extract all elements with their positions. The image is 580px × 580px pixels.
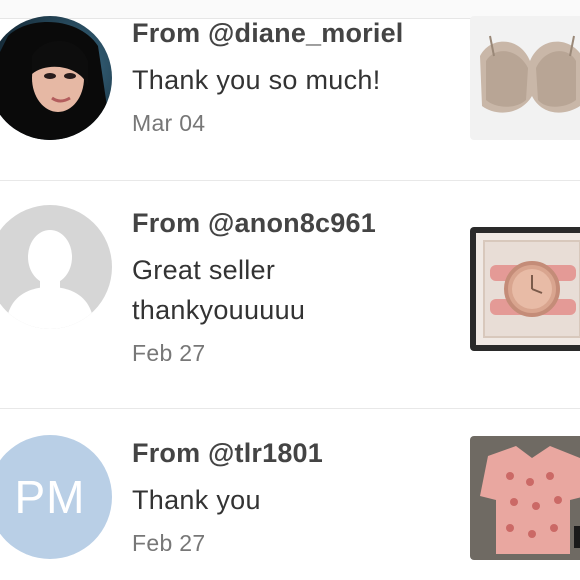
item-thumbnail[interactable] <box>470 227 580 351</box>
review-message-line: thankyouuuuu <box>132 295 306 325</box>
review-date: Feb 27 <box>132 340 206 366</box>
review-message: Thank you <box>132 485 261 515</box>
user-avatar[interactable] <box>0 16 112 140</box>
watch-photo-icon <box>470 227 580 351</box>
item-thumbnail[interactable] <box>470 16 580 140</box>
item-thumbnail[interactable] <box>470 436 580 560</box>
review-message: Thank you so much! <box>132 65 381 95</box>
review-author[interactable]: From @anon8c961 <box>132 208 376 239</box>
divider <box>0 180 580 181</box>
user-avatar[interactable]: PM <box>0 435 112 559</box>
blouse-photo-icon <box>470 436 580 560</box>
user-photo-icon <box>0 16 112 140</box>
review-message-line: Great seller <box>132 255 276 285</box>
divider <box>0 408 580 409</box>
bra-photo-icon <box>470 16 580 140</box>
avatar-initials: PM <box>14 471 86 523</box>
user-avatar[interactable] <box>0 205 112 329</box>
review-author[interactable]: From @diane_moriel <box>132 18 404 49</box>
review-date: Feb 27 <box>132 530 206 556</box>
default-user-icon <box>0 205 112 329</box>
review-author[interactable]: From @tlr1801 <box>132 438 323 469</box>
review-date: Mar 04 <box>132 110 206 136</box>
